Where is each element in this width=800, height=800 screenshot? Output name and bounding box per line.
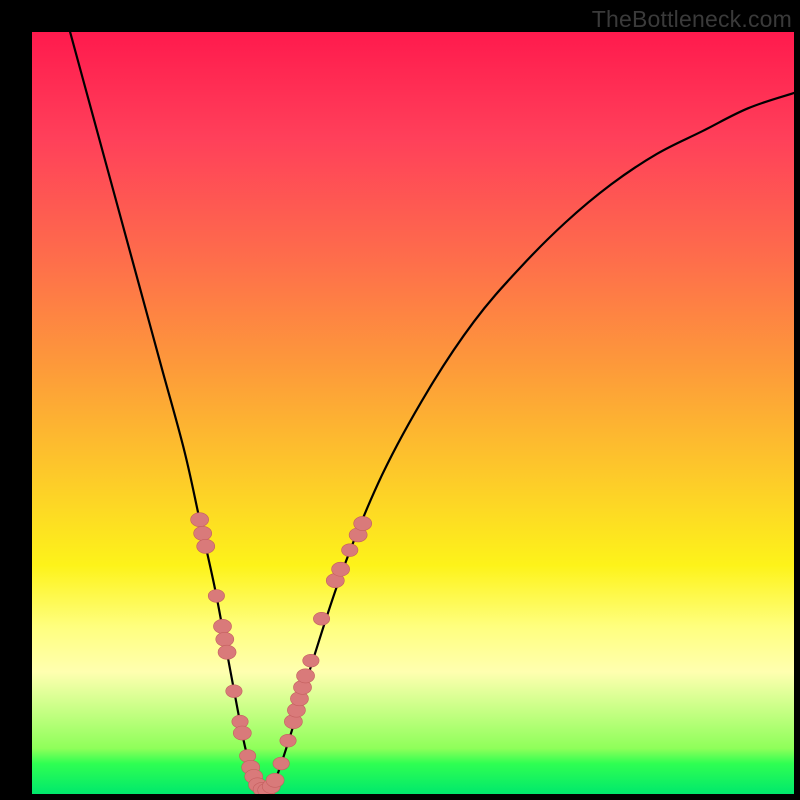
data-marker: [216, 632, 234, 646]
bottleneck-curve: [70, 32, 794, 792]
data-marker: [332, 562, 350, 576]
data-marker: [280, 734, 296, 747]
data-marker: [266, 773, 284, 787]
data-marker: [297, 669, 315, 683]
data-marker: [342, 544, 358, 557]
data-marker: [226, 685, 242, 698]
data-marker: [191, 513, 209, 527]
data-marker: [213, 619, 231, 633]
data-marker: [354, 516, 372, 530]
plot-area: [32, 32, 794, 794]
data-marker: [313, 612, 329, 625]
data-marker: [233, 726, 251, 740]
data-marker: [208, 589, 224, 602]
watermark-text: TheBottleneck.com: [592, 6, 792, 33]
data-marker: [273, 757, 289, 770]
data-marker: [194, 526, 212, 540]
data-marker: [303, 654, 319, 667]
data-marker: [197, 539, 215, 553]
chart-frame: TheBottleneck.com: [0, 0, 800, 800]
data-marker: [218, 645, 236, 659]
data-markers: [191, 513, 372, 794]
curve-layer: [32, 32, 794, 794]
